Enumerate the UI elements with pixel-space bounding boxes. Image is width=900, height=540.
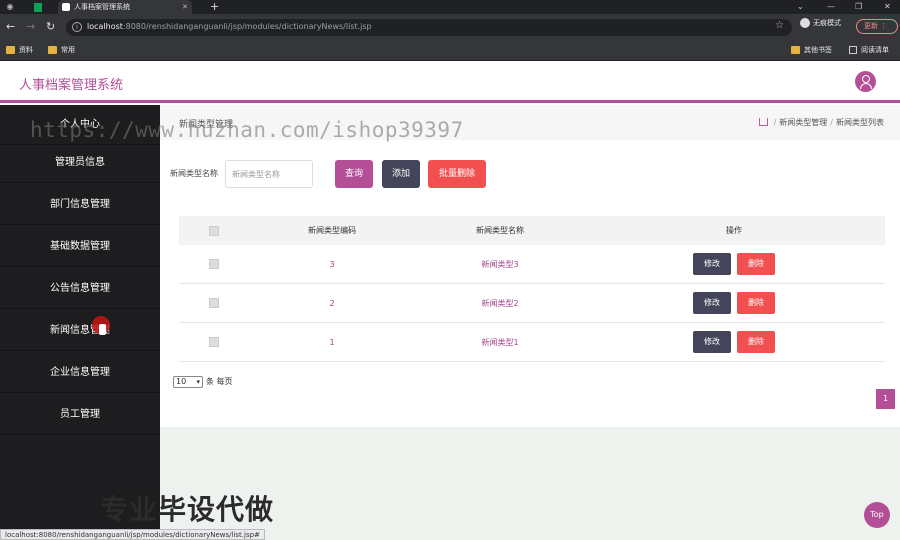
minimize-icon[interactable]: — [827,0,835,14]
select-all-checkbox[interactable] [209,225,219,236]
sidebar-item-employee[interactable]: 员工管理 [0,395,160,435]
header-actions: 操作 [726,226,742,235]
code-cell: 1 [329,337,335,347]
folder-icon [791,46,800,54]
code-cell: 2 [329,298,335,308]
delete-button[interactable]: 删除 [737,253,775,275]
table-header: 新闻类型编码 新闻类型名称 操作 [179,216,885,245]
delete-button[interactable]: 删除 [737,331,775,353]
sidebar-item-admin-info[interactable]: 管理员信息 [0,143,160,183]
restore-icon[interactable]: ❐ [855,0,862,14]
breadcrumb-item-current: 新闻类型列表 [836,118,884,127]
tab-favicon-icon [62,3,70,11]
reading-list[interactable]: 阅读清单 [849,45,889,55]
row-check-cell [199,284,229,322]
back-icon[interactable]: ← [6,20,15,34]
mouse-cursor-icon [92,316,110,335]
address-bar[interactable]: i localhost:8080/renshidanganguanli/jsp/… [66,19,792,36]
bookmark-folder[interactable]: 常用 [48,45,75,55]
actions-cell: 修改 删除 [659,245,809,283]
row-checkbox[interactable] [209,259,219,269]
folder-icon [6,46,15,54]
edit-button[interactable]: 修改 [693,253,731,275]
main-content: 新闻类型管理 /新闻类型管理/新闻类型列表 新闻类型名称 查询 添加 批量删除 … [160,105,900,427]
tab-search-icon[interactable]: ⌄ [797,0,804,14]
table-row: 1 新闻类型1 修改 删除 [179,323,885,362]
home-icon[interactable] [758,118,768,126]
sidebar-item-department[interactable]: 部门信息管理 [0,185,160,225]
browser-tab-bar: ◉ 人事档案管理系统 ✕ + ⌄ — ❐ ✕ [0,0,900,14]
page-size-select[interactable]: 10 [173,376,203,388]
page-number-current[interactable]: 1 [876,389,895,409]
batch-delete-button[interactable]: 批量删除 [428,160,486,188]
bookmark-folder[interactable]: 其他书签 [791,45,832,55]
bookmark-star-icon[interactable]: ☆ [775,20,784,31]
sidebar-item-news[interactable]: 新闻信息管理 [0,311,160,351]
site-info-icon[interactable]: i [72,22,82,32]
browser-toolbar: ← → ↻ i localhost:8080/renshidanganguanl… [0,14,900,40]
breadcrumb: / 新闻类型管理 / 新闻类型列表 [758,117,884,128]
page-size-control: 10条 每页 [173,376,233,388]
name-cell: 新闻类型1 [481,337,519,347]
browser-menu-icon[interactable]: ◉ [4,1,16,13]
row-check-cell [199,323,229,361]
window-close-icon[interactable]: ✕ [884,0,891,14]
update-button[interactable]: 更新 ⋮ [856,19,898,34]
tab-title: 人事档案管理系统 [74,3,130,11]
add-button[interactable]: 添加 [382,160,420,188]
sidebar: 个人中心 管理员信息 部门信息管理 基础数据管理 公告信息管理 新闻信息管理 企… [0,105,160,540]
name-cell: 新闻类型2 [481,298,519,308]
bookmark-folder[interactable]: 资料 [6,45,33,55]
edit-button[interactable]: 修改 [693,331,731,353]
bookmarks-bar: 资料 常用 其他书签 阅读清单 [0,40,900,61]
browser-tab-active[interactable]: 人事档案管理系统 ✕ [58,0,192,14]
actions-cell: 修改 删除 [659,284,809,322]
table-row: 2 新闻类型2 修改 删除 [179,284,885,323]
tab-close-icon[interactable]: ✕ [182,0,188,14]
incognito-indicator[interactable]: 无痕模式 [800,18,841,28]
name-cell: 新闻类型3 [481,259,519,269]
page-size-suffix: 条 每页 [206,377,233,386]
code-cell: 3 [329,259,335,269]
query-button[interactable]: 查询 [335,160,373,188]
forward-icon[interactable]: → [26,20,35,34]
user-avatar-icon[interactable] [855,71,876,92]
select-all-cell [199,216,229,245]
address-url: localhost:8080/renshidanganguanli/jsp/mo… [87,22,372,31]
header-code: 新闻类型编码 [308,226,356,235]
actions-cell: 修改 删除 [659,323,809,361]
reading-list-icon [849,46,857,54]
row-checkbox[interactable] [209,337,219,347]
new-tab-icon[interactable]: + [210,0,219,14]
search-label: 新闻类型名称 [170,169,218,178]
edit-button[interactable]: 修改 [693,292,731,314]
folder-icon [48,46,57,54]
row-checkbox[interactable] [209,298,219,308]
sidebar-item-announcement[interactable]: 公告信息管理 [0,269,160,309]
back-to-top-button[interactable]: Top [864,502,890,528]
delete-button[interactable]: 删除 [737,292,775,314]
pinned-tab-icon[interactable] [34,3,42,12]
row-check-cell [199,245,229,283]
status-bar-url: localhost:8080/renshidanganguanli/jsp/mo… [0,529,265,540]
app-title: 人事档案管理系统 [19,78,124,93]
incognito-icon [800,18,810,28]
table-row: 3 新闻类型3 修改 删除 [179,245,885,284]
watermark-url: https://www.huzhan.com/ishop39397 [30,118,464,142]
app-header: 人事档案管理系统 [0,61,900,103]
breadcrumb-item[interactable]: 新闻类型管理 [779,118,827,127]
reload-icon[interactable]: ↻ [46,20,55,34]
search-input[interactable] [225,160,313,188]
sidebar-item-enterprise[interactable]: 企业信息管理 [0,353,160,393]
header-name: 新闻类型名称 [476,226,524,235]
watermark-caption: 专业毕设代做 [100,493,275,526]
sidebar-item-basic-data[interactable]: 基础数据管理 [0,227,160,267]
